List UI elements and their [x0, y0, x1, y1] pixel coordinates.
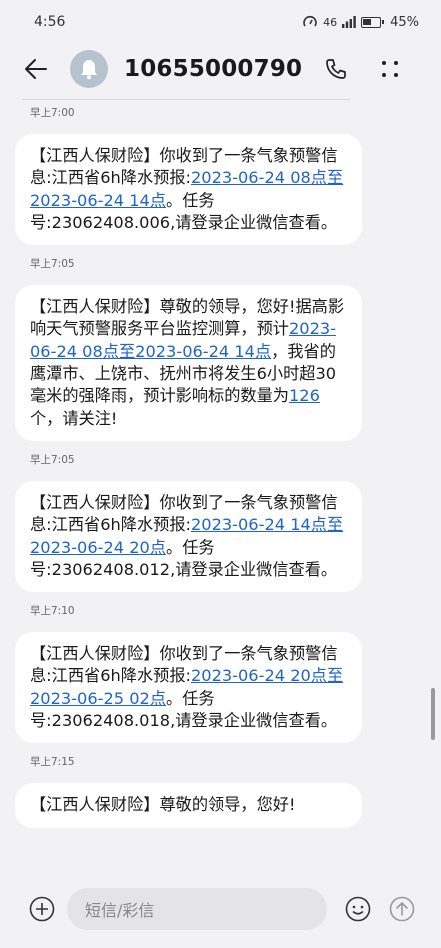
network-type-label: 46 — [323, 15, 338, 29]
message-text: 【江西人保财险】尊敬的领导，您好! — [30, 795, 296, 815]
number-link[interactable]: 126 — [289, 386, 320, 405]
more-options-icon[interactable] — [376, 55, 404, 83]
message-bubble[interactable]: 【江西人保财险】尊敬的领导，您好! — [15, 783, 362, 828]
status-bar: 4:56 46 45% — [0, 0, 441, 44]
message-thread[interactable]: 早上7:00 【江西人保财险】你收到了一条气象预警信息:江西省6h降水预报:20… — [0, 100, 441, 870]
conversation-header: 10655000790... — [0, 44, 441, 94]
message-bubble[interactable]: 【江西人保财险】你收到了一条气象预警信息:江西省6h降水预报:2023-06-2… — [15, 480, 362, 593]
back-arrow-icon[interactable] — [22, 55, 50, 83]
message-timestamp: 早上7:05 — [30, 453, 75, 466]
scrollbar[interactable] — [431, 688, 435, 740]
hotspot-icon — [303, 15, 317, 27]
message-bubble[interactable]: 【江西人保财险】你收到了一条气象预警信息:江西省6h降水预报:2023-06-2… — [15, 134, 362, 246]
message-bubble[interactable]: 【江西人保财险】你收到了一条气象预警信息:江西省6h降水预报:2023-06-2… — [15, 632, 362, 744]
contact-number[interactable]: 10655000790... — [124, 56, 304, 82]
battery-level: 45% — [390, 14, 419, 30]
send-icon[interactable] — [387, 894, 417, 924]
message-timestamp: 早上7:10 — [30, 605, 75, 618]
message-timestamp: 早上7:00 — [30, 107, 75, 119]
emoji-icon[interactable] — [343, 894, 373, 924]
status-icons: 46 45% — [302, 15, 419, 30]
bell-icon — [81, 60, 97, 80]
message-bubble[interactable]: 【江西人保财险】尊敬的领导，您好!据高影响天气预警服务平台监控测算，预计2023… — [15, 285, 362, 441]
battery-icon — [361, 16, 385, 28]
compose-bar: 短信/彩信 — [0, 870, 441, 948]
message-timestamp: 早上7:05 — [30, 258, 75, 271]
message-input[interactable]: 短信/彩信 — [67, 888, 327, 930]
message-text: 个，请关注! — [30, 408, 118, 428]
status-time: 4:56 — [34, 14, 66, 30]
message-timestamp: 早上7:15 — [30, 756, 75, 769]
signal-icon — [342, 16, 356, 28]
add-attachment-icon[interactable] — [27, 894, 57, 924]
contact-avatar[interactable] — [70, 50, 108, 88]
phone-icon[interactable] — [322, 55, 350, 83]
